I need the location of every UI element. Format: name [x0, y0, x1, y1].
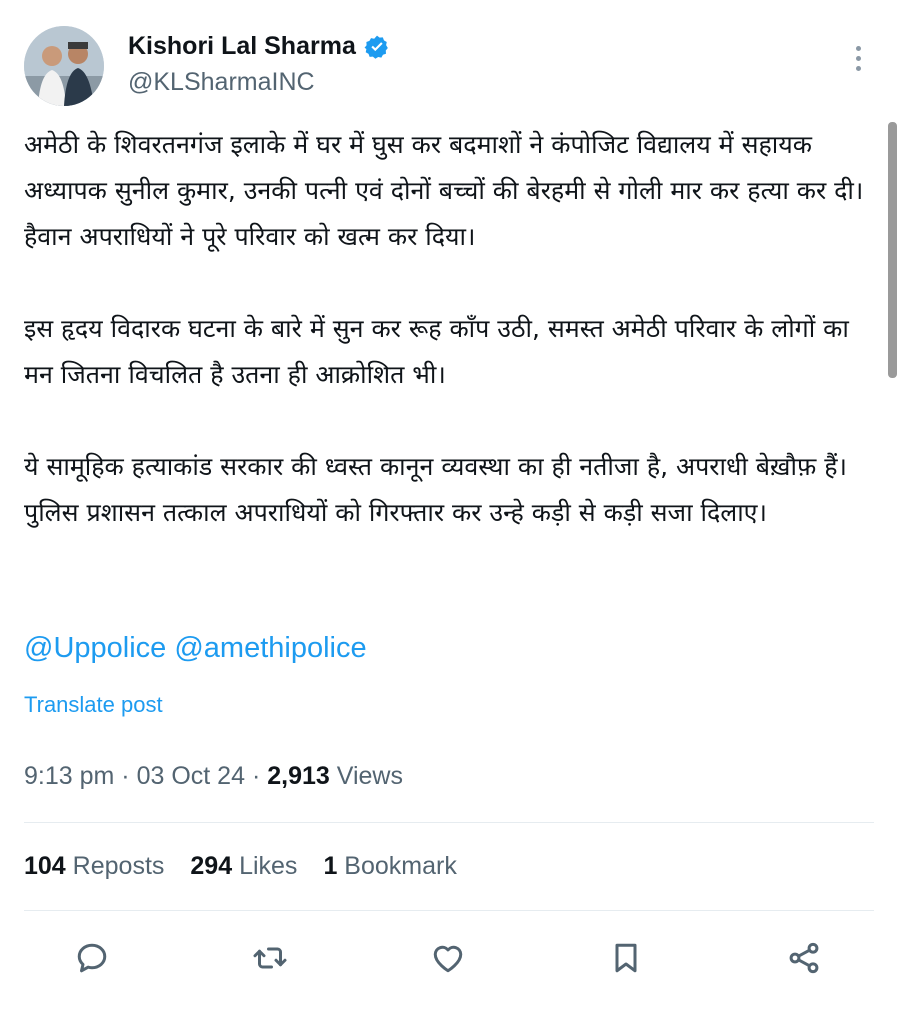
bookmark-icon: [615, 943, 637, 973]
meta-separator: ·: [121, 762, 130, 790]
post-date[interactable]: 03 Oct 24: [137, 762, 245, 790]
views-count: 2,913: [267, 762, 330, 790]
post-meta: 9:13 pm · 03 Oct 24 · 2,913 Views: [24, 762, 403, 791]
name-row: Kishori Lal Sharma: [128, 32, 390, 61]
reposts-stat[interactable]: 104 Reposts: [24, 852, 164, 881]
reply-icon: [77, 943, 107, 973]
mention-link[interactable]: @Uppolice: [24, 632, 166, 664]
post-detail: Kishori Lal Sharma @KLSharmaINC अमेठी के…: [0, 0, 897, 1024]
post-mentions: @Uppolice @amethipolice: [24, 632, 367, 665]
share-button[interactable]: [782, 936, 826, 980]
avatar-photo: [24, 26, 104, 106]
post-text: अमेठी के शिवरतनगंज इलाके में घर में घुस …: [24, 122, 870, 536]
engagement-stats: 104 Reposts 294 Likes 1 Bookmark: [24, 852, 457, 881]
verified-badge-icon: [364, 35, 388, 59]
likes-label: Likes: [239, 852, 298, 880]
repost-icon: [253, 947, 287, 969]
post-paragraph: इस हृदय विदारक घटना के बारे में सुन कर र…: [24, 314, 849, 389]
author-handle[interactable]: @KLSharmaINC: [128, 68, 315, 97]
share-icon: [789, 942, 819, 974]
bookmarks-stat[interactable]: 1 Bookmark: [323, 852, 456, 881]
translate-post-link[interactable]: Translate post: [24, 692, 163, 718]
repost-button[interactable]: [248, 936, 292, 980]
post-time[interactable]: 9:13 pm: [24, 762, 114, 790]
avatar[interactable]: [24, 26, 104, 106]
mention-link[interactable]: @amethipolice: [174, 632, 366, 664]
bookmark-button[interactable]: [604, 936, 648, 980]
views-label: Views: [336, 762, 403, 790]
more-options-icon[interactable]: [852, 46, 864, 76]
divider: [24, 910, 874, 911]
likes-stat[interactable]: 294 Likes: [190, 852, 297, 881]
likes-count: 294: [190, 852, 233, 880]
action-bar: [0, 936, 897, 986]
post-header: Kishori Lal Sharma @KLSharmaINC: [24, 26, 874, 110]
post-paragraph: ये सामूहिक हत्याकांड सरकार की ध्वस्त कान…: [24, 452, 847, 527]
post-paragraph: अमेठी के शिवरतनगंज इलाके में घर में घुस …: [24, 130, 864, 251]
reposts-count: 104: [24, 852, 66, 880]
author-display-name[interactable]: Kishori Lal Sharma: [128, 32, 356, 61]
like-icon: [433, 945, 463, 973]
reposts-label: Reposts: [72, 852, 165, 880]
divider: [24, 822, 874, 823]
reply-button[interactable]: [70, 936, 114, 980]
meta-separator: ·: [251, 762, 261, 790]
scrollbar[interactable]: [888, 122, 897, 378]
like-button[interactable]: [426, 936, 470, 980]
bookmarks-count: 1: [323, 852, 338, 880]
bookmarks-label: Bookmark: [344, 852, 457, 880]
